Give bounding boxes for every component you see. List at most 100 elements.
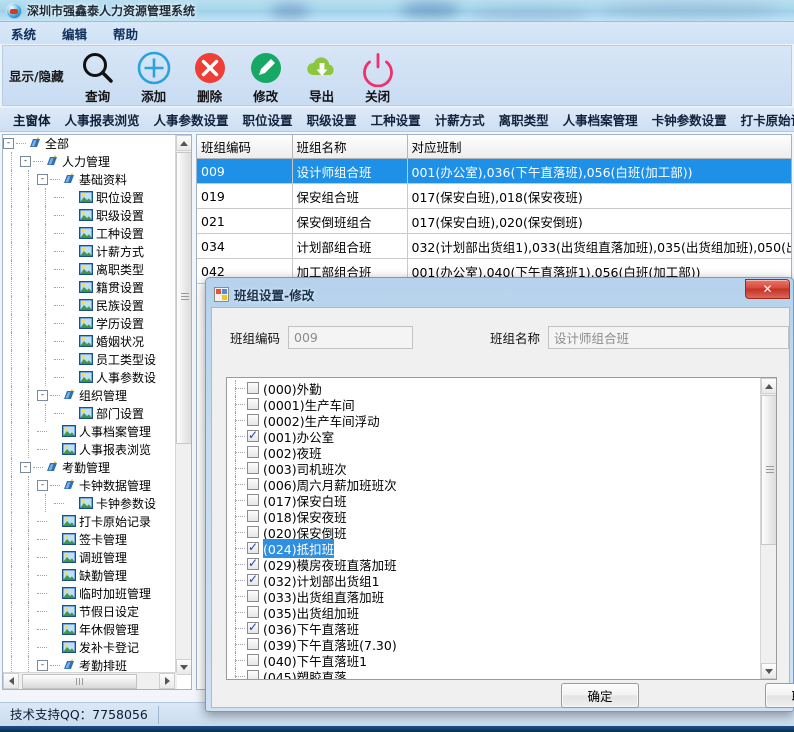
tab-rank-settings[interactable]: 职级设置 [300, 108, 364, 131]
tree-node[interactable]: 民族设置 [3, 296, 175, 314]
list-scrollbar-thumb[interactable] [761, 395, 777, 545]
tree-expander-icon[interactable]: - [37, 174, 48, 185]
tree-expander-icon[interactable]: - [3, 138, 14, 149]
list-vertical-scrollbar[interactable] [760, 378, 776, 679]
checkbox-icon[interactable] [247, 510, 259, 522]
tab-position-settings[interactable]: 职位设置 [236, 108, 300, 131]
tab-hr-parameter-settings[interactable]: 人事参数设置 [147, 108, 236, 131]
close-icon[interactable]: ✕ [745, 279, 790, 299]
os-taskbar[interactable] [0, 726, 794, 732]
tree-hscrollbar-thumb[interactable] [22, 674, 137, 689]
tree-node[interactable]: 职位设置 [3, 188, 175, 206]
tree-node[interactable]: -全部 [3, 134, 175, 152]
tree-scroll-down-button[interactable] [176, 659, 192, 675]
tree-node[interactable]: 人事参数设 [3, 368, 175, 386]
list-scroll-up-button[interactable] [761, 378, 777, 394]
tree-node[interactable]: 职级设置 [3, 206, 175, 224]
checkbox-icon[interactable] [247, 654, 259, 666]
tree-expander-icon[interactable]: - [20, 462, 31, 473]
table-row[interactable]: 034计划部组合班032(计划部出货组1),033(出货组直落加班),035(出… [197, 234, 792, 259]
toolbar-button-delete[interactable]: 删除 [182, 47, 238, 105]
tree-node[interactable]: -卡钟数据管理 [3, 476, 175, 494]
tree-node[interactable]: 调班管理 [3, 548, 175, 566]
group-code-input[interactable] [288, 326, 413, 349]
tree-node[interactable]: 计薪方式 [3, 242, 175, 260]
checkbox-icon[interactable] [247, 590, 259, 602]
cancel-button[interactable]: 取消 [765, 683, 794, 708]
menu-item-help[interactable]: 帮助 [110, 23, 141, 44]
toolbar-button-query[interactable]: 查询 [70, 47, 126, 105]
checkbox-icon[interactable] [247, 526, 259, 538]
shift-checkbox-list[interactable]: (000)外勤(0001)生产车间(0002)生产车间浮动(001)办公室(00… [226, 377, 777, 680]
tree-expander-icon[interactable]: - [37, 480, 48, 491]
tree-scroll-up-button[interactable] [176, 135, 192, 151]
tree-node[interactable]: 发补卡登记 [3, 638, 175, 656]
tab-resignation-type[interactable]: 离职类型 [492, 108, 556, 131]
menu-item-system[interactable]: 系统 [8, 23, 39, 44]
tree-scroll-right-button[interactable] [159, 673, 175, 689]
toolbar-button-modify[interactable]: 修改 [238, 47, 294, 105]
group-name-input[interactable] [548, 326, 789, 349]
checkbox-icon[interactable] [247, 398, 259, 410]
tab-hr-file-management[interactable]: 人事档案管理 [556, 108, 645, 131]
column-header-name[interactable]: 班组名称 [292, 135, 407, 159]
tab-main-form[interactable]: 主窗体 [6, 108, 58, 131]
tree-expander-icon[interactable]: - [20, 156, 31, 167]
tree-scrollbar-thumb[interactable] [176, 152, 192, 444]
checkbox-icon[interactable] [247, 574, 259, 586]
tree-expander-icon[interactable]: - [37, 660, 48, 671]
tab-hr-report-browse[interactable]: 人事报表浏览 [58, 108, 147, 131]
table-row[interactable]: 019保安组合班017(保安白班),018(保安夜班) [197, 184, 792, 209]
tree-scroll-left-button[interactable] [3, 673, 19, 689]
checkbox-icon[interactable] [247, 414, 259, 426]
checkbox-icon[interactable] [247, 542, 259, 554]
column-header-shifts[interactable]: 对应班制 [407, 135, 792, 159]
checkbox-icon[interactable] [247, 494, 259, 506]
checkbox-icon[interactable] [247, 558, 259, 570]
checkbox-icon[interactable] [247, 382, 259, 394]
checkbox-icon[interactable] [247, 446, 259, 458]
tree-node[interactable]: 年休假管理 [3, 620, 175, 638]
checkbox-icon[interactable] [247, 638, 259, 650]
toolbar-button-add[interactable]: 添加 [126, 47, 182, 105]
toolbar-button-close[interactable]: 关闭 [350, 47, 406, 105]
tree-node[interactable]: 卡钟参数设 [3, 494, 175, 512]
tree-node[interactable]: 离职类型 [3, 260, 175, 278]
tree-node[interactable]: -考勤管理 [3, 458, 175, 476]
navigation-tree[interactable]: -全部-人力管理-基础资料职位设置职级设置工种设置计薪方式离职类型籍贯设置民族设… [3, 134, 175, 672]
tree-node[interactable]: -考勤排班 [3, 656, 175, 672]
tree-horizontal-scrollbar[interactable] [3, 672, 177, 689]
checkbox-icon[interactable] [247, 670, 259, 680]
tree-node[interactable]: 人事报表浏览 [3, 440, 175, 458]
tree-node[interactable]: -基础资料 [3, 170, 175, 188]
toolbar-button-export[interactable]: 导出 [294, 47, 350, 105]
list-scroll-down-button[interactable] [761, 663, 777, 679]
tree-node[interactable]: 打卡原始记录 [3, 512, 175, 530]
checkbox-icon[interactable] [247, 478, 259, 490]
ok-button[interactable]: 确定 [561, 683, 639, 708]
tab-raw-punch-records[interactable]: 打卡原始记录 [734, 108, 794, 131]
checkbox-icon[interactable] [247, 462, 259, 474]
checkbox-icon[interactable] [247, 606, 259, 618]
checkbox-icon[interactable] [247, 430, 259, 442]
tree-node[interactable]: 缺勤管理 [3, 566, 175, 584]
tree-node[interactable]: 人事档案管理 [3, 422, 175, 440]
tree-node[interactable]: -组织管理 [3, 386, 175, 404]
tree-node[interactable]: 工种设置 [3, 224, 175, 242]
tree-node[interactable]: 员工类型设 [3, 350, 175, 368]
checkbox-icon[interactable] [247, 622, 259, 634]
column-header-code[interactable]: 班组编码 [197, 135, 292, 159]
tab-job-type-settings[interactable]: 工种设置 [364, 108, 428, 131]
table-row[interactable]: 009设计师组合班001(办公室),036(下午直落班),056(白班(加工部)… [197, 159, 792, 184]
table-row[interactable]: 021保安倒班组合017(保安白班),020(保安倒班) [197, 209, 792, 234]
menu-item-edit[interactable]: 编辑 [59, 23, 90, 44]
tree-node[interactable]: 临时加班管理 [3, 584, 175, 602]
tree-node[interactable]: 籍贯设置 [3, 278, 175, 296]
tree-vertical-scrollbar[interactable] [175, 135, 191, 675]
tree-node[interactable]: 婚姻状况 [3, 332, 175, 350]
tree-node[interactable]: 节假日设定 [3, 602, 175, 620]
tree-node[interactable]: 签卡管理 [3, 530, 175, 548]
tree-node[interactable]: 学历设置 [3, 314, 175, 332]
tree-node[interactable]: -人力管理 [3, 152, 175, 170]
tree-expander-icon[interactable]: - [37, 390, 48, 401]
